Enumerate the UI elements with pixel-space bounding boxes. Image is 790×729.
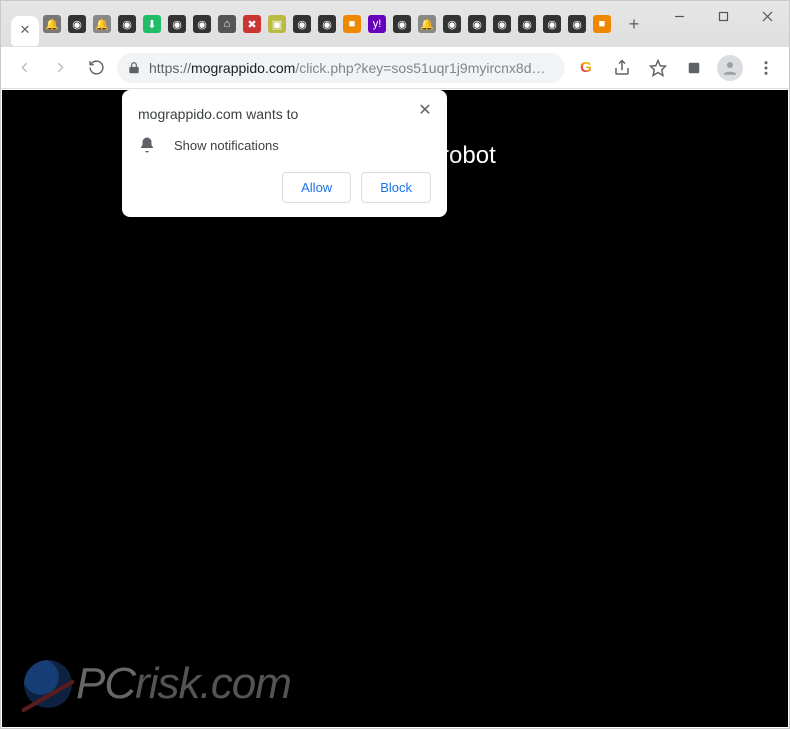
tab-favicon[interactable]: ■	[591, 13, 613, 35]
bookmark-star-icon[interactable]	[643, 53, 673, 83]
favicon-icon: 🔔	[93, 15, 111, 33]
tab-favicon[interactable]: ◉	[316, 13, 338, 35]
tab-favicon[interactable]: 🔔	[91, 13, 113, 35]
watermark-text: PCrisk.com	[76, 659, 291, 709]
favicon-icon: ◉	[118, 15, 136, 33]
favicon-icon: ◉	[318, 15, 336, 33]
titlebar: ✕ 🔔 ◉ 🔔 ◉ ⬇ ◉ ◉ ⌂ ✖ ▣ ◉ ◉ ■ y! ◉ 🔔 ◉ ◉ ◉ ◉ ◉ ◉ ■ +	[1, 1, 789, 47]
tab-favicon[interactable]: 🔔	[416, 13, 438, 35]
favicon-icon: ◉	[518, 15, 536, 33]
favicon-icon: ◉	[493, 15, 511, 33]
toolbar: https://mograppido.com/click.php?key=sos…	[1, 47, 789, 89]
favicon-icon: ▣	[268, 15, 286, 33]
tab-favicon[interactable]: ⬇	[141, 13, 163, 35]
favicon-icon: ◉	[468, 15, 486, 33]
share-icon[interactable]	[607, 53, 637, 83]
favicon-icon: ■	[343, 15, 361, 33]
favicon-icon: ◉	[393, 15, 411, 33]
back-button[interactable]	[9, 53, 39, 83]
tab-favicon[interactable]: ◉	[191, 13, 213, 35]
window-controls	[657, 1, 789, 31]
avatar-icon	[717, 55, 743, 81]
tab-favicon[interactable]: ◉	[566, 13, 588, 35]
allow-button[interactable]: Allow	[282, 172, 351, 203]
favicon-icon: ■	[593, 15, 611, 33]
favicon-icon: ◉	[193, 15, 211, 33]
tab-favicon[interactable]: ✖	[241, 13, 263, 35]
tab-favicon[interactable]: ■	[341, 13, 363, 35]
favicon-icon: ◉	[543, 15, 561, 33]
kebab-menu-icon[interactable]	[751, 53, 781, 83]
lock-icon	[127, 61, 141, 75]
favicon-icon: 🔔	[43, 15, 61, 33]
tab-favicon[interactable]: ◉	[391, 13, 413, 35]
favicon-icon: 🔔	[418, 15, 436, 33]
close-window-button[interactable]	[745, 1, 789, 31]
reload-button[interactable]	[81, 53, 111, 83]
tab-favicon[interactable]: 🔔	[41, 13, 63, 35]
tab-favicon[interactable]: ▣	[266, 13, 288, 35]
tab-active[interactable]: ✕	[11, 16, 39, 46]
url-path: /click.php?key=sos51uqr1j9myircnx8d…	[295, 60, 545, 76]
tab-favicon[interactable]: y!	[366, 13, 388, 35]
favicon-icon: ◉	[293, 15, 311, 33]
dialog-permission-row: Show notifications	[138, 136, 431, 154]
tab-favicon[interactable]: ◉	[116, 13, 138, 35]
new-tab-button[interactable]: +	[621, 11, 647, 37]
block-button[interactable]: Block	[361, 172, 431, 203]
url-host: mograppido.com	[191, 60, 295, 76]
favicon-icon: ◉	[443, 15, 461, 33]
tab-favicon[interactable]: ◉	[291, 13, 313, 35]
tab-favicon[interactable]: ◉	[541, 13, 563, 35]
tab-favicon[interactable]: ◉	[441, 13, 463, 35]
close-tab-icon[interactable]: ✕	[20, 22, 31, 38]
tab-favicon[interactable]: ◉	[66, 13, 88, 35]
dialog-permission-label: Show notifications	[174, 138, 279, 153]
dialog-close-button[interactable]: ✕	[415, 100, 435, 120]
favicon-icon: ⬇	[143, 15, 161, 33]
page-viewport: you are not a robot ✕ mograppido.com wan…	[2, 90, 788, 727]
plus-icon: +	[629, 14, 640, 35]
tab-favicon[interactable]: ⌂	[216, 13, 238, 35]
minimize-button[interactable]	[657, 1, 701, 31]
favicon-icon: ◉	[68, 15, 86, 33]
favicon-icon: ⌂	[218, 15, 236, 33]
forward-button[interactable]	[45, 53, 75, 83]
watermark-logo-icon	[24, 660, 72, 708]
favicon-icon: ◉	[168, 15, 186, 33]
maximize-button[interactable]	[701, 1, 745, 31]
dialog-title: mograppido.com wants to	[138, 106, 431, 122]
profile-avatar[interactable]	[715, 53, 745, 83]
tab-favicon[interactable]: ◉	[166, 13, 188, 35]
favicon-icon: ✖	[243, 15, 261, 33]
close-icon: ✕	[418, 100, 431, 120]
tab-favicon[interactable]: ◉	[516, 13, 538, 35]
url-scheme: https://	[149, 60, 191, 76]
tab-favicon[interactable]: ◉	[491, 13, 513, 35]
favicon-icon: ◉	[568, 15, 586, 33]
notification-permission-dialog: ✕ mograppido.com wants to Show notificat…	[122, 90, 447, 217]
dialog-actions: Allow Block	[138, 172, 431, 203]
watermark: PCrisk.com	[24, 659, 291, 709]
bell-icon	[138, 136, 156, 154]
url-text: https://mograppido.com/click.php?key=sos…	[149, 60, 546, 76]
address-bar[interactable]: https://mograppido.com/click.php?key=sos…	[117, 53, 565, 83]
tab-favicon[interactable]: ◉	[466, 13, 488, 35]
extensions-icon[interactable]	[679, 53, 709, 83]
browser-window: ✕ 🔔 ◉ 🔔 ◉ ⬇ ◉ ◉ ⌂ ✖ ▣ ◉ ◉ ■ y! ◉ 🔔 ◉ ◉ ◉ ◉ ◉ ◉ ■ + https://	[0, 0, 790, 729]
favicon-icon: y!	[368, 15, 386, 33]
search-engine-icon[interactable]: G	[571, 53, 601, 83]
